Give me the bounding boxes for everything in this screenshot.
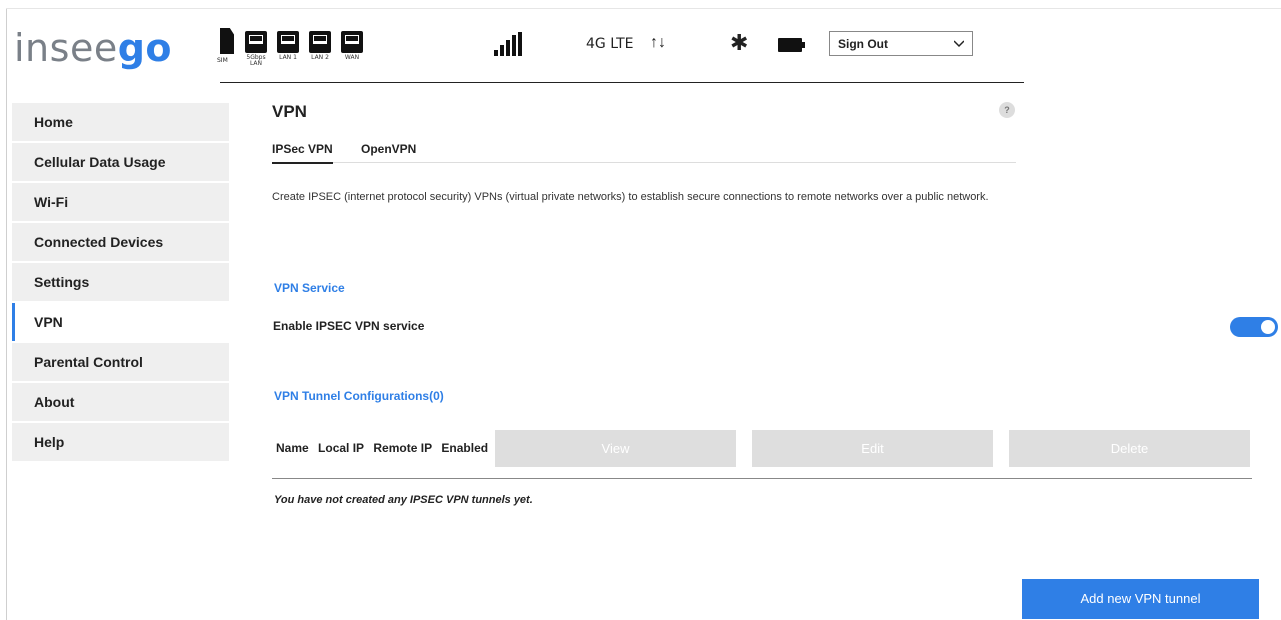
sidebar-item-cellular-data-usage[interactable]: Cellular Data Usage <box>12 143 229 181</box>
sidebar-item-wifi[interactable]: Wi-Fi <box>12 183 229 221</box>
signout-dropdown[interactable]: Sign Out <box>829 31 973 56</box>
port-label: WAN <box>344 54 360 61</box>
port-lan1-icon: LAN 1 <box>277 31 299 61</box>
signal-strength-icon <box>494 32 524 56</box>
frame-border-top <box>6 8 1281 9</box>
enable-ipsec-label: Enable IPSEC VPN service <box>273 319 425 333</box>
bluetooth-icon: ✱ <box>730 30 749 55</box>
port-label: LAN 1 <box>279 54 297 61</box>
port-lan2-icon: LAN 2 <box>309 31 331 61</box>
edit-button[interactable]: Edit <box>752 430 993 467</box>
page-title: VPN <box>272 102 307 121</box>
signout-label: Sign Out <box>838 37 888 51</box>
table-header: Name Local IP Remote IP Enabled <box>276 441 494 455</box>
sidebar-item-home[interactable]: Home <box>12 103 229 141</box>
sidebar-nav: Home Cellular Data Usage Wi-Fi Connected… <box>12 103 229 463</box>
page-description: Create IPSEC (internet protocol security… <box>272 191 989 203</box>
port-wan-icon: WAN <box>341 31 363 61</box>
add-vpn-tunnel-button[interactable]: Add new VPN tunnel <box>1022 579 1259 619</box>
tunnel-config-heading: VPN Tunnel Configurations(0) <box>274 389 444 403</box>
vpn-service-heading: VPN Service <box>274 281 345 295</box>
sidebar-item-about[interactable]: About <box>12 383 229 421</box>
port-label: LAN 2 <box>311 54 329 61</box>
header-divider <box>220 82 1024 83</box>
tab-openvpn[interactable]: OpenVPN <box>361 142 416 156</box>
sidebar-item-connected-devices[interactable]: Connected Devices <box>12 223 229 261</box>
empty-message: You have not created any IPSEC VPN tunne… <box>274 494 533 506</box>
port-label: 5Gbps LAN <box>246 54 266 67</box>
sidebar-item-parental-control[interactable]: Parental Control <box>12 343 229 381</box>
enable-ipsec-toggle[interactable] <box>1230 317 1278 337</box>
col-local-ip: Local IP <box>318 441 365 455</box>
tab-ipsec-vpn[interactable]: IPSec VPN <box>272 142 333 164</box>
data-transfer-icon: ↑↓ <box>650 34 666 51</box>
col-enabled: Enabled <box>441 441 489 455</box>
table-divider <box>272 478 1252 479</box>
delete-button[interactable]: Delete <box>1009 430 1250 467</box>
battery-icon <box>778 38 805 52</box>
network-type: 4G LTE <box>586 36 634 52</box>
sidebar-item-vpn[interactable]: VPN <box>12 303 229 341</box>
sidebar-item-help[interactable]: Help <box>12 423 229 461</box>
chevron-down-icon <box>954 40 964 48</box>
vpn-tabs: IPSec VPN OpenVPN <box>272 138 1016 164</box>
toggle-knob <box>1261 320 1275 334</box>
port-5gbps-lan-icon: 5Gbps LAN <box>245 31 267 67</box>
inseego-logo: inseego <box>14 26 173 70</box>
sidebar-item-settings[interactable]: Settings <box>12 263 229 301</box>
col-remote-ip: Remote IP <box>373 441 433 455</box>
view-button[interactable]: View <box>495 430 736 467</box>
frame-border <box>6 8 7 620</box>
sim-icon: SIM <box>217 28 234 64</box>
help-icon[interactable]: ? <box>999 102 1015 118</box>
sim-label: SIM <box>217 57 228 64</box>
col-name: Name <box>276 441 309 455</box>
